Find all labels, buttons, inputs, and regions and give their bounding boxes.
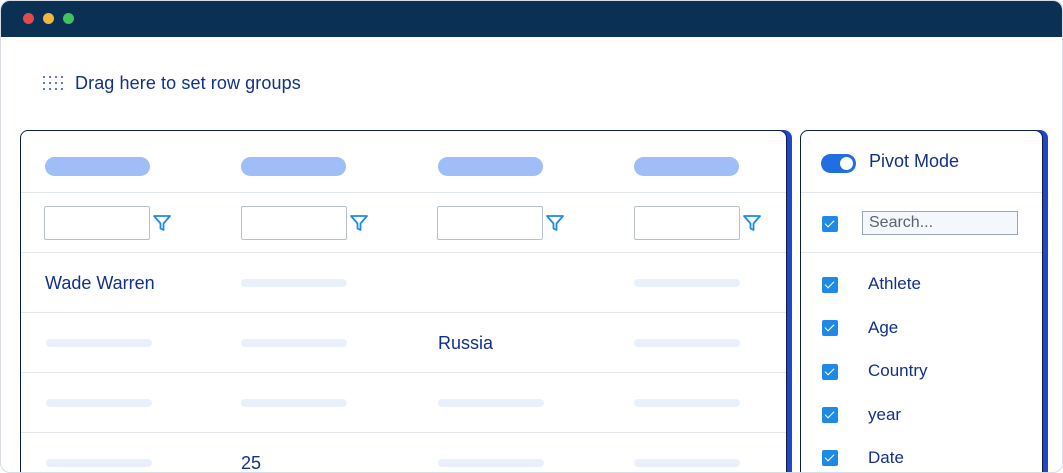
title-bar <box>1 1 1062 37</box>
column-label-date: Date <box>868 448 904 467</box>
pivot-mode-label: Pivot Mode <box>869 151 960 171</box>
filter-input-2[interactable] <box>241 206 347 240</box>
table-row[interactable] <box>21 373 786 433</box>
column-search-input[interactable] <box>862 211 1018 235</box>
cell-placeholder <box>241 399 347 407</box>
filter-icon[interactable] <box>742 213 762 233</box>
filter-input-3[interactable] <box>437 206 543 240</box>
data-grid: Wade Warren Russia 25 <box>20 130 787 473</box>
select-all-checkbox[interactable] <box>822 216 838 232</box>
column-checkbox-athlete[interactable] <box>822 277 838 293</box>
cell-placeholder <box>438 399 544 407</box>
table-cell: Wade Warren <box>45 273 155 293</box>
column-header-2[interactable] <box>241 157 346 176</box>
close-window-button[interactable] <box>23 13 34 24</box>
filter-icon[interactable] <box>349 213 369 233</box>
filter-input-4[interactable] <box>634 206 740 240</box>
columns-tool-panel: Pivot Mode Athlete Age Country year Date <box>800 130 1043 472</box>
filter-icon[interactable] <box>152 213 172 233</box>
cell-placeholder <box>241 279 347 287</box>
row-group-label: Drag here to set row groups <box>75 72 301 93</box>
cell-placeholder <box>46 459 152 467</box>
cell-placeholder <box>241 339 347 347</box>
column-header-1[interactable] <box>45 157 150 176</box>
column-label-year: year <box>868 405 902 424</box>
column-checkbox-country[interactable] <box>822 364 838 380</box>
maximize-window-button[interactable] <box>63 13 74 24</box>
row-group-drop-zone[interactable]: Drag here to set row groups <box>43 71 301 95</box>
cell-placeholder <box>634 459 740 467</box>
column-checkbox-age[interactable] <box>822 320 838 336</box>
cell-placeholder <box>634 339 740 347</box>
column-header-3[interactable] <box>438 157 543 176</box>
filter-icon[interactable] <box>545 213 565 233</box>
filter-row <box>21 193 786 253</box>
column-label-athlete: Athlete <box>868 274 921 293</box>
pivot-mode-toggle[interactable] <box>821 154 856 173</box>
cell-placeholder <box>438 459 544 467</box>
minimize-window-button[interactable] <box>43 13 54 24</box>
table-row[interactable]: Russia <box>21 313 786 373</box>
cell-placeholder <box>46 399 152 407</box>
column-label-age: Age <box>868 318 899 337</box>
table-row[interactable]: Wade Warren <box>21 253 786 313</box>
app-window: Drag here to set row groups Wade Warren … <box>0 0 1063 473</box>
table-cell: Russia <box>438 333 494 353</box>
column-checkbox-year[interactable] <box>822 407 838 423</box>
header-row <box>21 131 786 193</box>
cell-placeholder <box>46 339 152 347</box>
cell-placeholder <box>634 399 740 407</box>
cell-placeholder <box>634 279 740 287</box>
filter-input-1[interactable] <box>44 206 150 240</box>
column-search-row <box>801 193 1042 253</box>
drag-grid-icon <box>43 75 63 91</box>
table-cell: 25 <box>241 453 262 473</box>
column-label-country: Country <box>868 361 928 380</box>
column-header-4[interactable] <box>634 157 739 176</box>
column-checkbox-date[interactable] <box>822 450 838 466</box>
table-row[interactable]: 25 <box>21 433 786 473</box>
pivot-mode-row: Pivot Mode <box>801 131 1042 193</box>
